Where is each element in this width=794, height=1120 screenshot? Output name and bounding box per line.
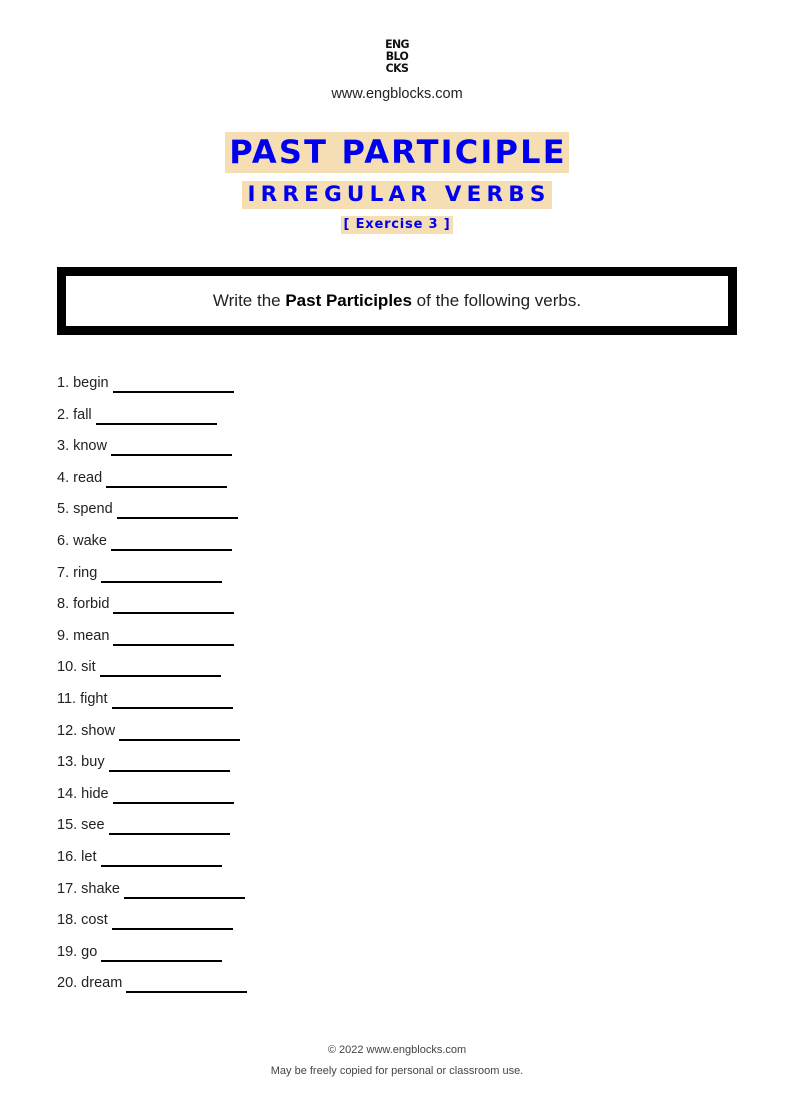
verb-label: 3. know <box>57 438 107 455</box>
answer-blank[interactable] <box>116 499 238 520</box>
verb-label: 6. wake <box>57 532 107 549</box>
instruction-after: of the following verbs. <box>411 291 582 310</box>
verb-label: 18. cost <box>57 912 108 929</box>
exercise-item: 8. forbid <box>57 594 247 626</box>
exercise-item: 17. shake <box>57 879 247 911</box>
exercise-item: 20. dream <box>57 973 248 1005</box>
exercise-item: 6. wake <box>57 531 247 563</box>
exercise-label-text: [ Exercise 3 ] <box>340 216 454 234</box>
answer-blank[interactable] <box>99 657 221 678</box>
exercise-item: 11. fight <box>57 689 247 721</box>
exercise-item: 13. buy <box>57 752 247 784</box>
exercise-item: 14. hide <box>57 784 247 816</box>
instruction-text: Write the Past Participles of the follow… <box>213 291 581 311</box>
verb-label: 19. go <box>57 943 98 960</box>
exercise-item: 9. mean <box>57 626 247 658</box>
exercise-item: 5. spend <box>57 499 247 531</box>
verb-label: 10. sit <box>57 659 96 676</box>
exercise-item: 12. show <box>57 721 247 753</box>
site-url: www.engblocks.com <box>331 86 463 102</box>
instruction-before: Write the <box>212 291 286 310</box>
verb-label: 8. forbid <box>57 596 110 613</box>
exercise-list: 1. begin 2. fall 3. know 4. read 5. spend 6. … <box>57 373 248 1005</box>
exercise-item: 4. read <box>57 468 247 500</box>
instruction-bold: Past Participles <box>285 291 412 310</box>
answer-blank[interactable] <box>123 879 245 899</box>
answer-blank[interactable] <box>112 373 234 393</box>
answer-blank[interactable] <box>113 626 235 646</box>
verb-label: 15. see <box>57 817 105 834</box>
verb-label: 17. shake <box>57 880 120 897</box>
exercise-label: [ Exercise 3 ] <box>0 215 794 234</box>
verb-label: 12. show <box>57 722 116 739</box>
verb-label: 7. ring <box>57 564 98 581</box>
logo-line: CKS <box>385 61 409 75</box>
page-title-text: PAST PARTICIPLE <box>225 132 569 173</box>
exercise-item: 3. know <box>57 436 247 468</box>
answer-blank[interactable] <box>119 721 241 741</box>
verb-label: 14. hide <box>57 785 109 802</box>
footer-copyright: © 2022 www.engblocks.com <box>327 1044 467 1056</box>
exercise-item: 15. see <box>57 815 247 847</box>
answer-blank[interactable] <box>108 752 230 773</box>
verb-label: 4. read <box>57 469 103 486</box>
verb-label: 11. fight <box>57 690 108 707</box>
verb-label: 1. begin <box>57 375 109 391</box>
answer-blank[interactable] <box>113 594 235 615</box>
exercise-item: 19. go <box>57 942 247 974</box>
page-subtitle-text: IRREGULAR VERBS <box>242 181 552 209</box>
answer-blank[interactable] <box>110 436 232 457</box>
exercise-item: 16. let <box>57 847 247 879</box>
answer-blank[interactable] <box>101 942 223 962</box>
exercise-item: 2. fall <box>57 405 247 437</box>
page-title: PAST PARTICIPLE <box>0 132 794 173</box>
answer-blank[interactable] <box>112 784 234 804</box>
page-subtitle: IRREGULAR VERBS <box>0 181 794 209</box>
answer-blank[interactable] <box>95 405 217 425</box>
answer-blank[interactable] <box>111 910 233 931</box>
verb-label: 9. mean <box>57 627 110 644</box>
answer-blank[interactable] <box>100 847 222 867</box>
answer-blank[interactable] <box>110 531 232 551</box>
exercise-item: 18. cost <box>57 910 247 942</box>
answer-blank[interactable] <box>126 973 248 994</box>
instruction-box: Write the Past Participles of the follow… <box>57 267 737 335</box>
answer-blank[interactable] <box>106 468 228 488</box>
footer-license: May be freely copied for personal or cla… <box>270 1065 524 1077</box>
verb-label: 16. let <box>57 848 97 865</box>
verb-label: 13. buy <box>57 754 105 771</box>
verb-label: 20. dream <box>57 975 123 992</box>
answer-blank[interactable] <box>101 563 223 583</box>
exercise-item: 10. sit <box>57 657 247 689</box>
verb-label: 5. spend <box>57 501 113 518</box>
exercise-item: 7. ring <box>57 563 247 595</box>
engblocks-logo: ENG BLO CKS <box>382 38 412 74</box>
answer-blank[interactable] <box>108 815 230 836</box>
answer-blank[interactable] <box>111 689 233 709</box>
verb-label: 2. fall <box>57 406 92 423</box>
exercise-item: 1. begin <box>57 373 247 405</box>
